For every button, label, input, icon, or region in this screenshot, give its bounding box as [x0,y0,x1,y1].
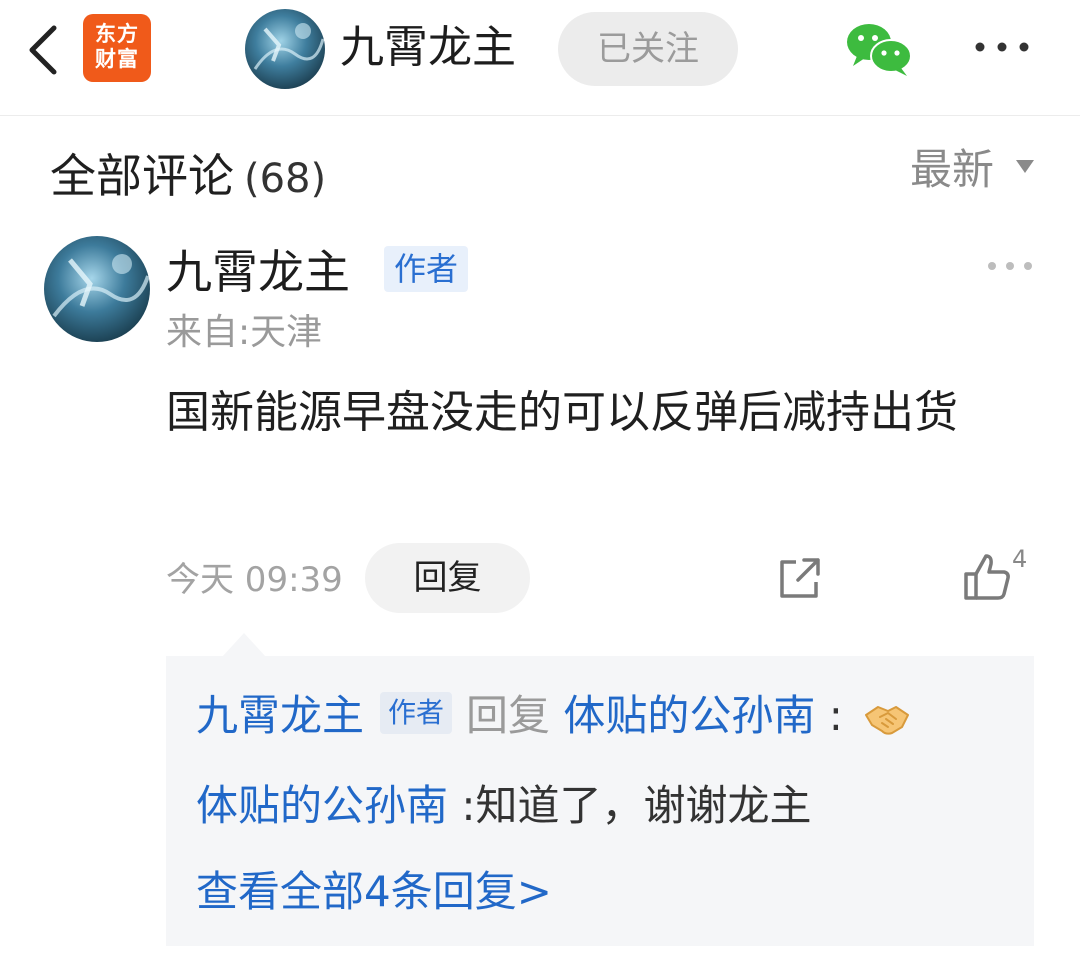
reply-button[interactable]: 回复 [365,543,530,613]
sort-selector[interactable]: 最新 [910,144,994,196]
wechat-icon[interactable] [845,22,913,76]
back-arrow-icon[interactable] [22,22,66,78]
comment-more-icon[interactable] [986,258,1034,274]
comment-timestamp: 今天 09:39 [166,560,343,600]
reply-author-badge: 作者 [380,691,453,734]
comment-text: 国新能源早盘没走的可以反弹后减持出货 [166,387,958,438]
comment-location: 来自:天津 [166,312,323,353]
author-avatar[interactable] [245,9,325,89]
avatar-image [44,236,150,342]
reply-text: :知道了，谢谢龙主 [461,781,812,830]
reply-item: 九霄龙主 作者 回复 体贴的公孙南 : [196,688,912,744]
more-options-icon[interactable] [972,30,1032,64]
view-all-replies-link[interactable]: 查看全部4条回复> [196,864,552,920]
follow-button[interactable]: 已关注 [558,12,738,86]
like-count: 4 [1012,545,1028,573]
replies-box: 九霄龙主 作者 回复 体贴的公孙南 : 体贴的公孙南 :知道了，谢谢龙主 查看全部4… [166,656,1034,946]
reply-user-name[interactable]: 九霄龙主 [196,691,364,740]
comments-section-title: 全部评论 (68) [50,148,326,207]
comments-title-text: 全部评论 [50,149,234,203]
reply-user-name[interactable]: 体贴的公孙南 [196,781,448,830]
reply-colon: : [828,691,843,740]
sort-caret-icon[interactable] [1016,160,1034,174]
like-icon[interactable] [962,552,1012,602]
reply-item: 体贴的公孙南 :知道了，谢谢龙主 [196,778,812,834]
comments-count: (68) [244,156,327,202]
logo-text-line1: 东方 [95,22,139,46]
handshake-icon [865,705,910,735]
avatar-image [245,9,325,89]
author-badge: 作者 [384,246,468,292]
app-logo[interactable]: 东方 财富 [83,14,151,82]
comment-author-name[interactable]: 九霄龙主 [166,244,350,300]
comment-author-avatar[interactable] [44,236,150,342]
top-bar: 东方 财富 九霄龙主 已关注 [0,0,1080,116]
share-icon[interactable] [776,556,824,602]
header-author-name[interactable]: 九霄龙主 [340,22,516,74]
logo-text-line2: 财富 [95,47,139,71]
reply-box-pointer [222,633,266,657]
reply-verb: 回复 [466,691,551,740]
reply-target-name[interactable]: 体贴的公孙南 [563,691,815,740]
